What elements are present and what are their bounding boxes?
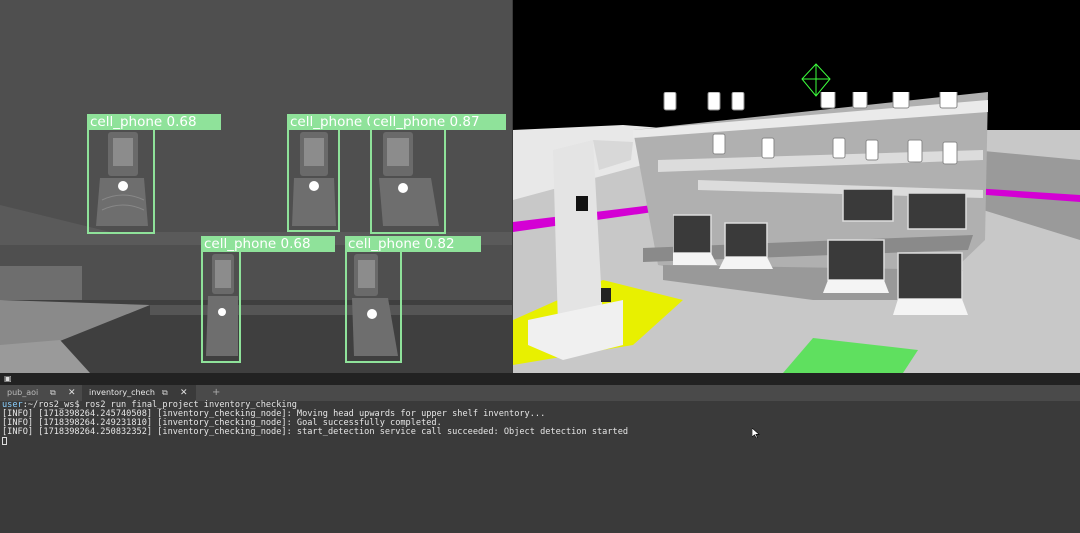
- simulation-3d-view[interactable]: [513, 0, 1080, 373]
- mouse-pointer-icon: [752, 428, 760, 438]
- tab-pub-aoi[interactable]: pub_aoi ⧉ ✕: [0, 385, 80, 401]
- plus-icon[interactable]: +: [212, 385, 220, 401]
- detection-box-label: cell_phone 0.68: [201, 236, 335, 252]
- close-icon[interactable]: ✕: [68, 385, 76, 401]
- detection-box-label: cell_phone 0.82: [345, 236, 481, 252]
- shelf-phones: [663, 92, 958, 165]
- log-line: [INFO] [1718398264.250832352] [inventory…: [2, 427, 629, 437]
- terminal-icon: ▣: [4, 374, 12, 383]
- detection-box: [345, 250, 402, 363]
- terminal-output[interactable]: user:~/ros2_ws$ ros2 run final_project i…: [0, 401, 1080, 533]
- terminal-title-strip: ▣: [0, 373, 1080, 385]
- pop-out-icon[interactable]: ⧉: [162, 385, 168, 401]
- input-cursor: [2, 437, 1078, 446]
- close-icon[interactable]: ✕: [180, 385, 188, 401]
- detection-box-label: cell_phone 0.68: [87, 114, 221, 130]
- shelf-laptops: [673, 188, 968, 315]
- tab-inventory-check[interactable]: inventory_chech ⧉ ✕: [82, 385, 196, 401]
- detection-box: [87, 128, 155, 234]
- tab-label: inventory_chech: [89, 388, 155, 397]
- detection-box-label: cell_phone 0.87: [370, 114, 506, 130]
- detection-box: [201, 250, 241, 363]
- detection-box: [287, 128, 340, 232]
- text-cursor: [2, 437, 7, 445]
- pop-out-icon[interactable]: ⧉: [50, 385, 56, 401]
- detection-camera-view: cell_phone 0.68 cell_phone 0.93 cell_pho…: [0, 0, 512, 373]
- tab-label: pub_aoi: [7, 388, 39, 397]
- detection-box: [370, 128, 446, 234]
